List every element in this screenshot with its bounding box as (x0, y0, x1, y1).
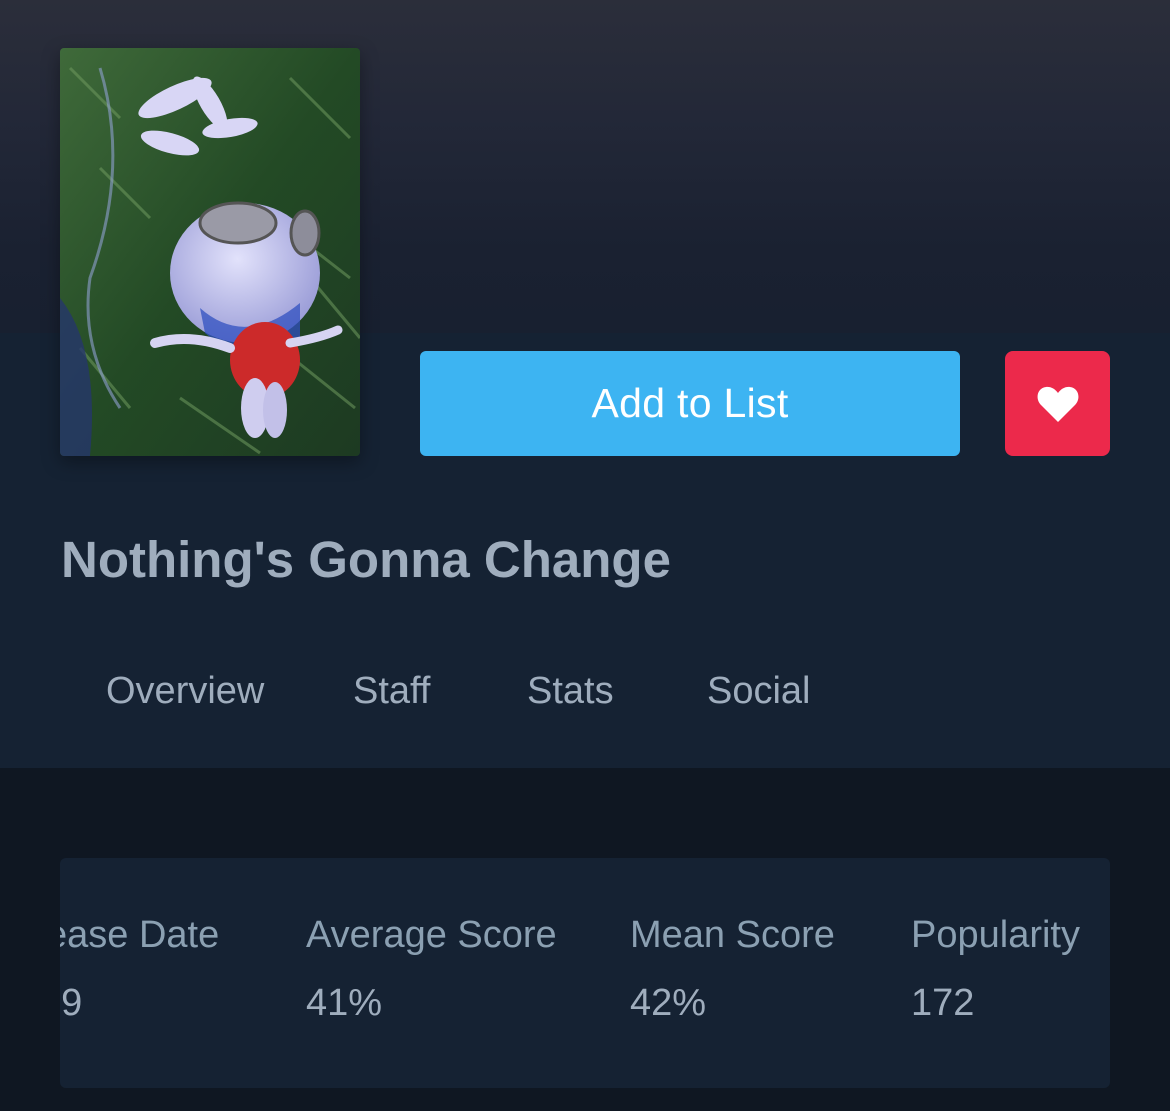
stat-label: ease Date (60, 914, 220, 956)
heart-icon (1037, 386, 1078, 422)
cover-image (60, 48, 360, 456)
tab-social[interactable]: Social (707, 670, 811, 713)
stat-label: Average Score (306, 914, 557, 956)
add-to-list-label: Add to List (591, 380, 789, 426)
tab-stats[interactable]: Stats (527, 670, 614, 713)
stat-value: 42% (630, 982, 707, 1024)
stat-label: Popularity (911, 914, 1080, 956)
cover-art (60, 48, 360, 456)
tab-staff[interactable]: Staff (353, 670, 430, 713)
favourite-button[interactable] (1005, 351, 1110, 456)
stat-value: 41% (306, 982, 383, 1024)
tab-overview[interactable]: Overview (106, 670, 264, 713)
stat-label: Mean Score (630, 914, 835, 956)
tab-bar: Overview Staff Stats Social (0, 670, 1170, 730)
add-to-list-button[interactable]: Add to List (420, 351, 960, 456)
media-title: Nothing's Gonna Change (61, 531, 671, 588)
stat-value: 172 (911, 982, 975, 1024)
stat-value: 99 (60, 982, 83, 1024)
stats-card[interactable]: ease Date 99 Average Score 41% Mean Scor… (60, 858, 1110, 1088)
